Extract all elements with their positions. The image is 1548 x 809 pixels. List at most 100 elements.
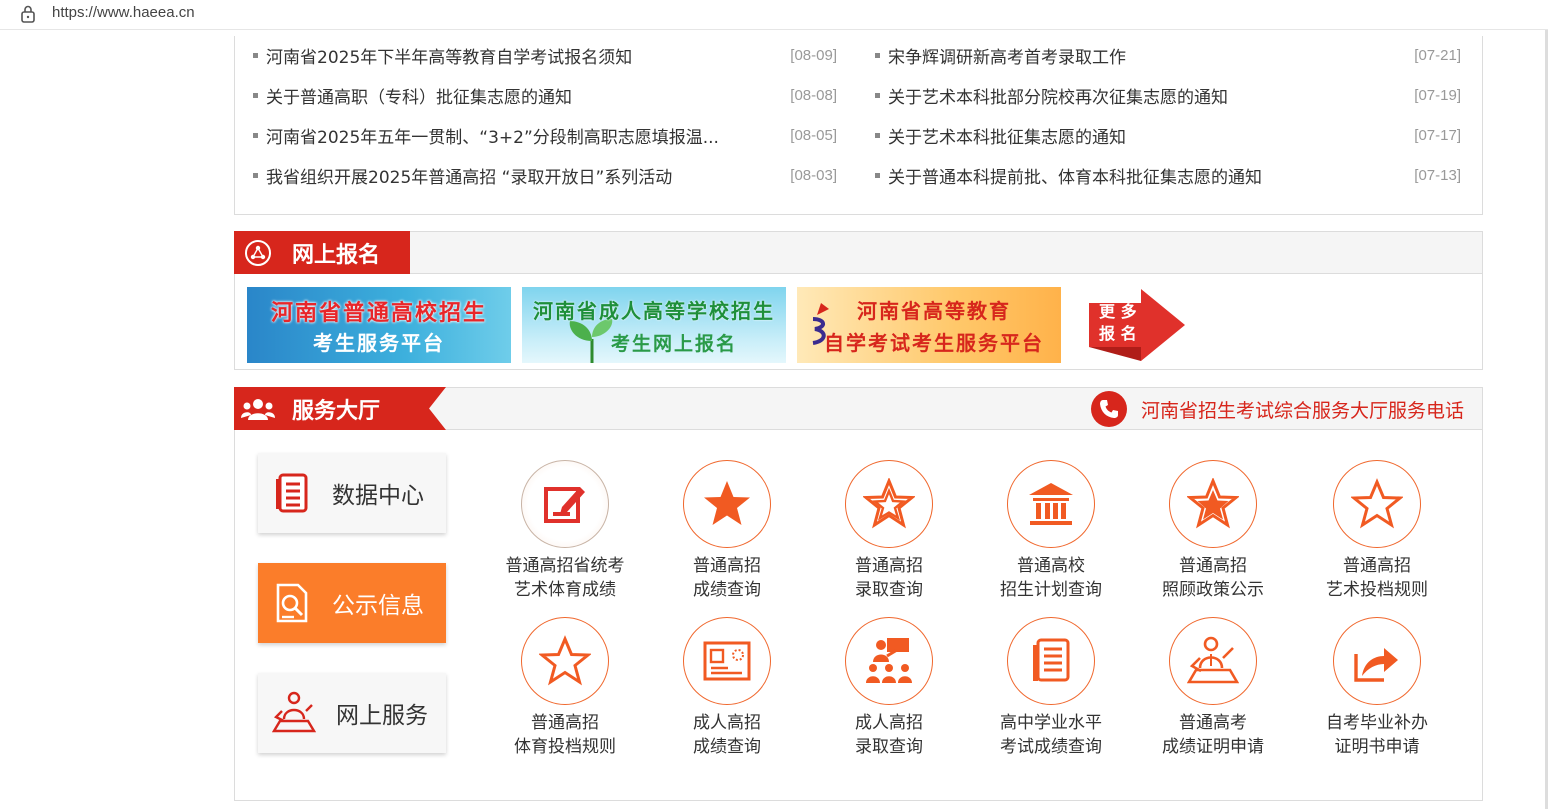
banner-adult-registration[interactable]: 河南省成人高等学校招生 考生网上报名 (522, 287, 786, 363)
news-date: [08-03] (790, 166, 837, 184)
news-title[interactable]: 我省组织开展2025年普通高招 “录取开放日”系列活动 (266, 163, 768, 188)
service-gaokao-score[interactable]: 普通高招 成绩查询 (647, 460, 807, 602)
service-adult-admission[interactable]: 成人高招 录取查询 (809, 617, 969, 759)
service-art-sports-score[interactable]: 普通高招省统考 艺术体育成绩 (485, 460, 645, 602)
group-icon (240, 391, 276, 427)
banner-gaokao-platform[interactable]: 河南省普通高校招生 考生服务平台 (247, 287, 511, 363)
news-date: [07-13] (1414, 166, 1461, 184)
bullet (875, 52, 880, 58)
news-item[interactable]: 关于艺术本科批部分院校再次征集志愿的通知 [07-19] (875, 75, 1461, 115)
news-item[interactable]: 关于艺术本科批征集志愿的通知 [07-17] (875, 115, 1461, 155)
service-label-line2: 成绩查询 (693, 580, 761, 600)
document-icon (1007, 617, 1095, 705)
banner-line2: 考生服务平台 (313, 331, 445, 355)
service-label-line1: 成人高招 (693, 713, 761, 733)
service-label-line2: 艺术体育成绩 (514, 580, 616, 600)
star-double-icon (845, 460, 933, 548)
more-line1: 更 多 (1099, 302, 1137, 321)
star-solid-icon (683, 460, 771, 548)
service-adult-score[interactable]: 成人高招 成绩查询 (647, 617, 807, 759)
side-button-label: 数据中心 (332, 483, 424, 509)
person-desk-icon (272, 691, 316, 733)
service-label-line2: 成绩证明申请 (1162, 737, 1264, 757)
news-date: [07-17] (1414, 126, 1461, 144)
service-policy-notice[interactable]: 普通高招照顾政策公示 (1133, 460, 1293, 602)
service-label-line2: 录取查询 (855, 580, 923, 600)
bullet (875, 172, 880, 178)
banner-line2: 自学考试考生服务平台 (824, 331, 1044, 355)
browser-address-bar[interactable]: https://www.haeea.cn (0, 0, 1548, 30)
document-search-icon (276, 583, 308, 623)
service-enrollment-plan[interactable]: 普通高校 招生计划查询 (971, 460, 1131, 602)
banner-line2: 考生网上报名 (610, 333, 737, 355)
service-gaokao-admission[interactable]: 普通高招 录取查询 (809, 460, 969, 602)
news-item[interactable]: 关于普通本科提前批、体育本科批征集志愿的通知 [07-13] (875, 155, 1461, 195)
classroom-icon (845, 617, 933, 705)
service-label-line1: 高中学业水平 (1000, 713, 1102, 733)
data-center-button[interactable]: 数据中心 (258, 453, 446, 533)
share-circle-icon (240, 235, 276, 271)
service-label-line1: 普通高招省统考 (505, 556, 625, 576)
news-title[interactable]: 关于艺术本科批部分院校再次征集志愿的通知 (888, 83, 1392, 108)
service-label-line1: 普通高招 (1179, 556, 1247, 576)
news-title[interactable]: 关于艺术本科批征集志愿的通知 (888, 123, 1392, 148)
more-registration-button[interactable]: 更 多 报 名 (1085, 287, 1187, 363)
banner-line1: 河南省普通高校招生 (270, 301, 487, 326)
news-item[interactable]: 我省组织开展2025年普通高招 “录取开放日”系列活动 [08-03] (253, 155, 837, 195)
export-icon (1333, 617, 1421, 705)
phone-icon (1090, 391, 1127, 427)
service-sports-rules[interactable]: 普通高招 体育投档规则 (485, 617, 645, 759)
online-service-button[interactable]: 网上服务 (258, 673, 446, 753)
side-button-label: 公示信息 (332, 593, 424, 619)
service-label-line1: 普通高招 (1343, 556, 1411, 576)
bullet (875, 92, 880, 98)
news-title[interactable]: 河南省2025年五年一贯制、“3+2”分段制高职志愿填报温... (266, 123, 768, 148)
bullet (253, 132, 258, 138)
service-academic-level-score[interactable]: 高中学业水平 考试成绩查询 (971, 617, 1131, 759)
news-title[interactable]: 河南省2025年下半年高等教育自学考试报名须知 (266, 43, 768, 68)
service-art-rules[interactable]: 普通高招 艺术投档规则 (1297, 460, 1457, 602)
service-label-line1: 普通高考 (1179, 713, 1247, 733)
edit-icon (521, 460, 609, 548)
section-title: 服务大厅 (292, 398, 381, 424)
section-tab: 网上报名 (234, 231, 410, 274)
service-label-line1: 自考毕业补办 (1326, 713, 1428, 733)
building-icon (1007, 460, 1095, 548)
news-date: [08-08] (790, 86, 837, 104)
service-label-line2: 体育投档规则 (514, 737, 616, 757)
side-button-label: 网上服务 (336, 703, 428, 729)
service-score-certificate[interactable]: 普通高考成绩证明申请 (1133, 617, 1293, 759)
banner-line1: 河南省高等教育 (857, 299, 1011, 323)
service-self-exam-reissue[interactable]: 自考毕业补办 证明书申请 (1297, 617, 1457, 759)
service-label-line1: 普通高招 (693, 556, 761, 576)
bullet (253, 92, 258, 98)
online-registration-section: 网上报名 河南省普通高校招生 考生服务平台 河南省成人高等学校招生 考生网上报名… (234, 231, 1483, 370)
news-date: [07-21] (1414, 46, 1461, 64)
news-title[interactable]: 关于普通本科提前批、体育本科批征集志愿的通知 (888, 163, 1392, 188)
section-header: 服务大厅 河南省招生考试综合服务大厅服务电话 (234, 387, 1482, 430)
hotline-text: 河南省招生考试综合服务大厅服务电话 (1140, 399, 1464, 422)
news-item[interactable]: 关于普通高职（专科）批征集志愿的通知 [08-08] (253, 75, 837, 115)
public-info-button[interactable]: 公示信息 (258, 563, 446, 643)
news-item[interactable]: 河南省2025年下半年高等教育自学考试报名须知 [08-09] (253, 35, 837, 75)
service-label-line2: 成绩查询 (693, 737, 761, 757)
certificate-icon (683, 617, 771, 705)
service-label-line2: 证明书申请 (1334, 737, 1420, 757)
section-tab: 服务大厅 (234, 387, 446, 430)
bullet (253, 52, 258, 58)
news-date: [08-09] (790, 46, 837, 64)
news-item[interactable]: 河南省2025年五年一贯制、“3+2”分段制高职志愿填报温... [08-05] (253, 115, 837, 155)
banner-self-exam-platform[interactable]: 河南省高等教育 自学考试考生服务平台 (797, 287, 1061, 363)
news-title[interactable]: 宋争辉调研新高考首考录取工作 (888, 43, 1392, 68)
news-item[interactable]: 宋争辉调研新高考首考录取工作 [07-21] (875, 35, 1461, 75)
service-label-line1: 普通高招 (855, 556, 923, 576)
star-badge-icon (1169, 460, 1257, 548)
url-text[interactable]: https://www.haeea.cn (52, 4, 195, 21)
news-title[interactable]: 关于普通高职（专科）批征集志愿的通知 (266, 83, 768, 108)
service-label-line2: 照顾政策公示 (1162, 580, 1264, 600)
hotline[interactable]: 河南省招生考试综合服务大厅服务电话 (1090, 391, 1464, 427)
service-label-line1: 成人高招 (855, 713, 923, 733)
document-stack-icon (276, 473, 308, 513)
lock-icon (21, 5, 35, 23)
section-title: 网上报名 (292, 242, 381, 268)
